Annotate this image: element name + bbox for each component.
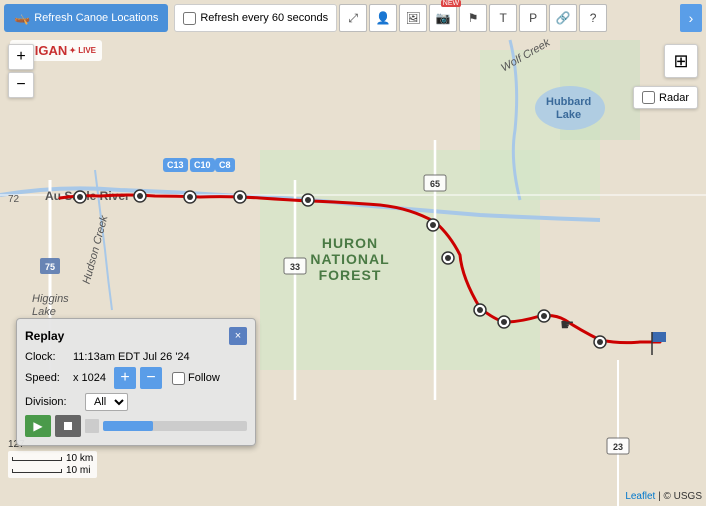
help-button[interactable]: ? [579,4,607,32]
refresh-canoe-locations-button[interactable]: 🛶 Refresh Canoe Locations [4,4,168,32]
radar-button[interactable]: Radar [633,86,698,109]
attribution-text: Leaflet | © USGS [625,491,702,502]
scale-km: 10 km [12,453,93,464]
leaflet-link[interactable]: Leaflet [625,491,655,502]
replay-division-select[interactable]: All [85,393,128,411]
svg-text:Hubbard: Hubbard [546,96,591,108]
map-container: 75 33 65 23 72 Higgins Lake Au Sable Riv… [0,0,706,506]
canoe-marker-c13[interactable]: C13 [163,158,188,172]
camera-icon: 📷 [436,11,451,25]
attribution: Leaflet | © USGS [625,491,702,502]
replay-follow-text: Follow [188,372,220,384]
logo-sub: ✦ LIVE [69,47,96,55]
svg-text:75: 75 [45,262,55,272]
replay-follow-label[interactable]: Follow [172,372,220,385]
replay-title: Replay [25,329,64,343]
scale-mi-label: 10 mi [66,465,90,476]
scale-bar: 10 km 10 mi [8,451,97,478]
replay-header: Replay × [25,327,247,345]
refresh-label-text: Refresh every 60 seconds [200,12,328,24]
pin-button[interactable]: P [519,4,547,32]
replay-close-button[interactable]: × [229,327,247,345]
scale-mi: 10 mi [12,465,93,476]
replay-controls: ▶ [25,415,247,437]
link-button[interactable]: 🔗 [549,4,577,32]
replay-division-row: Division: All [25,393,247,411]
stop-icon [64,422,72,430]
replay-clock-label: Clock: [25,351,69,363]
replay-panel: Replay × Clock: 11:13am EDT Jul 26 '24 S… [16,318,256,446]
toolbar-right-section: › [680,4,702,32]
replay-follow-checkbox[interactable] [172,372,185,385]
refresh-icon: 🛶 [14,10,30,26]
zoom-controls: + − [8,44,34,98]
scale-ruler-km [12,457,62,461]
refresh-checkbox[interactable] [183,12,196,25]
pin-icon: P [529,11,537,25]
replay-progress-fill [103,421,153,431]
svg-text:Lake: Lake [32,306,56,318]
replay-division-label: Division: [25,396,81,408]
layers-icon: ⊞ [673,51,688,72]
new-badge: NEW [441,0,461,7]
image-button[interactable]: 🖼 [399,4,427,32]
logo-line1: ✦ LIVE [69,47,96,55]
expand-icon: ⤢ [348,11,358,26]
svg-text:HURON: HURON [322,235,378,251]
flag-icon: ⚑ [468,11,479,25]
replay-speed-row: Speed: x 1024 + − Follow [25,367,247,389]
toolbar: 🛶 Refresh Canoe Locations Refresh every … [0,0,706,36]
svg-text:33: 33 [290,262,300,272]
scale-ruler-mi [12,469,62,473]
replay-stop-button[interactable] [55,415,81,437]
layers-button[interactable]: ⊞ [664,44,698,78]
replay-speed-value: x 1024 [73,372,106,384]
svg-text:Lake: Lake [556,109,581,121]
help-icon: ? [590,11,597,25]
person-icon: 👤 [376,11,391,25]
replay-speed-minus-button[interactable]: − [140,367,162,389]
link-icon: 🔗 [556,11,571,25]
text-icon: T [499,11,506,25]
zoom-in-button[interactable]: + [8,44,34,70]
svg-text:☛: ☛ [560,317,574,334]
toolbar-arrow-button[interactable]: › [680,4,702,32]
flag-button[interactable]: ⚑ [459,4,487,32]
canoe-marker-c8[interactable]: C8 [215,158,235,172]
replay-step-button[interactable] [85,419,99,433]
radar-label: Radar [659,92,689,104]
svg-text:65: 65 [430,179,440,189]
replay-speed-label: Speed: [25,372,69,384]
camera-button[interactable]: 📷 [429,4,457,32]
svg-text:NATIONAL: NATIONAL [310,251,389,267]
svg-text:Higgins: Higgins [32,293,69,305]
svg-text:FOREST: FOREST [319,267,382,283]
expand-button[interactable]: ⤢ [339,4,367,32]
canoe-marker-c10[interactable]: C10 [190,158,215,172]
replay-progress-bar [103,421,247,431]
svg-text:23: 23 [613,442,623,452]
replay-play-button[interactable]: ▶ [25,415,51,437]
replay-clock-value: 11:13am EDT Jul 26 '24 [73,351,190,363]
refresh-button-label: Refresh Canoe Locations [34,12,158,24]
replay-speed-plus-button[interactable]: + [114,367,136,389]
zoom-out-button[interactable]: − [8,72,34,98]
refresh-checkbox-label[interactable]: Refresh every 60 seconds [174,4,337,32]
text-tool-button[interactable]: T [489,4,517,32]
image-icon: 🖼 [406,11,421,25]
replay-clock-row: Clock: 11:13am EDT Jul 26 '24 [25,351,247,363]
radar-checkbox[interactable] [642,91,655,104]
scale-km-label: 10 km [66,453,93,464]
person-button[interactable]: 👤 [369,4,397,32]
svg-text:72: 72 [8,194,20,205]
